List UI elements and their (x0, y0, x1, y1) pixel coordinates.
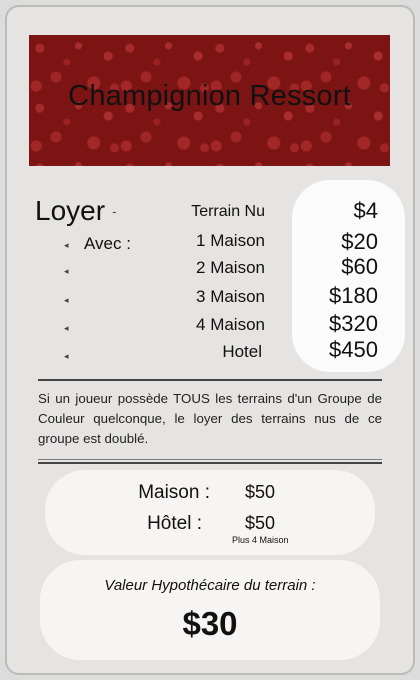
rent-row-label: 2 Maison (196, 258, 265, 277)
rent-row-price: $60 (341, 254, 378, 279)
rent-row-label: 1 Maison (196, 231, 265, 250)
divider (38, 462, 382, 464)
mortgage-value: $30 (182, 605, 238, 642)
rent-row-label: 3 Maison (196, 287, 265, 306)
rent-row-price: $320 (329, 311, 378, 336)
hotel-cost-value: $50 (245, 513, 276, 533)
divider (38, 459, 382, 460)
bullet-icon: ◂ (64, 351, 69, 361)
rent-row-price: $450 (329, 337, 378, 362)
bullet-icon: ◂ (64, 295, 69, 305)
hotel-cost-note: Plus 4 Maison (232, 535, 289, 545)
hotel-cost-label: Hôtel : (147, 513, 202, 534)
monopoly-rule-text: Si un joueur possède TOUS les terrains d… (38, 391, 382, 446)
rent-row-price: $180 (329, 283, 378, 308)
house-cost-label: Maison : (138, 482, 210, 503)
bullet-icon: ◂ (64, 266, 69, 276)
rent-row-price: $20 (341, 229, 378, 254)
rent-row-label: 4 Maison (196, 315, 265, 334)
mortgage-label: Valeur Hypothécaire du terrain : (104, 577, 316, 594)
with-label: Avec : (84, 234, 131, 253)
rent-row-price: $4 (353, 198, 378, 223)
bullet-icon: ◂ (64, 323, 69, 333)
rent-heading-dash: - (112, 203, 117, 219)
house-cost-value: $50 (245, 482, 276, 502)
rent-row-label: Terrain Nu (191, 203, 265, 220)
divider (38, 379, 382, 381)
rent-row-label: Hotel (222, 342, 262, 361)
rent-heading: Loyer (35, 195, 106, 226)
bullet-icon: ◂ (64, 240, 69, 250)
property-title: Champignion Ressort (68, 80, 351, 112)
